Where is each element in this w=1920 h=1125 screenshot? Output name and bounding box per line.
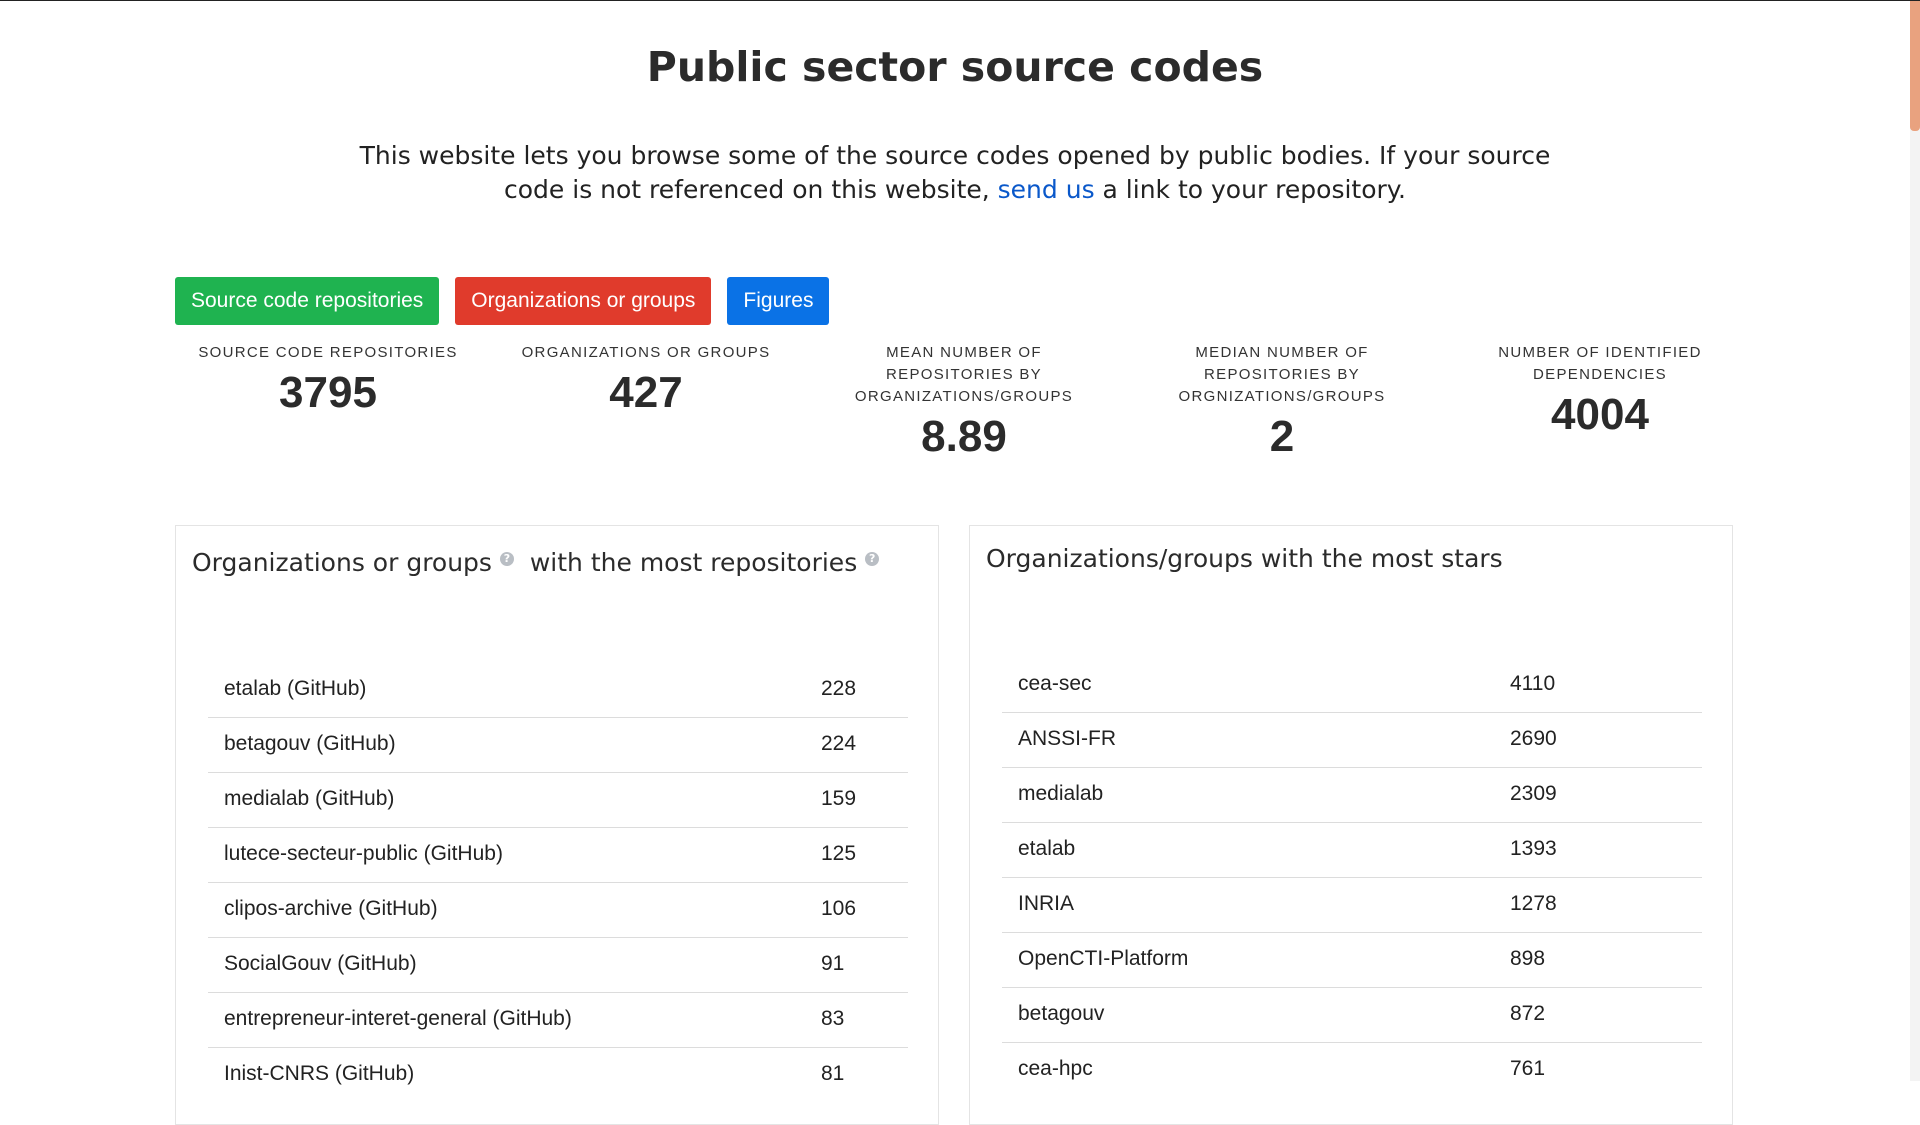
org-name[interactable]: medialab [1018, 782, 1103, 806]
org-name[interactable]: etalab (GitHub) [224, 677, 366, 701]
table-row: ANSSI-FR 2690 [1002, 713, 1702, 768]
stat-label: MEAN NUMBER OF REPOSITORIES BY ORGANIZAT… [854, 344, 1074, 405]
stat-value: 4004 [1551, 390, 1649, 439]
repositories-button[interactable]: Source code repositories [175, 277, 440, 325]
star-count: 2309 [1510, 782, 1557, 805]
repo-count: 81 [821, 1062, 845, 1085]
stat-repositories: SOURCE CODE REPOSITORIES 3795 [178, 342, 478, 418]
table-row: Inist-CNRS (GitHub) 81 [208, 1048, 908, 1102]
repo-count: 224 [821, 732, 857, 755]
table-row: SocialGouv (GitHub) 91 [208, 938, 908, 993]
org-name[interactable]: clipos-archive (GitHub) [224, 897, 438, 921]
table-row: etalab (GitHub) 228 [208, 663, 908, 718]
star-count: 4110 [1510, 672, 1556, 695]
org-name[interactable]: entrepreneur-interet-general (GitHub) [224, 1007, 572, 1031]
stat-label: NUMBER OF IDENTIFIED DEPENDENCIES [1498, 344, 1702, 383]
star-count: 1278 [1510, 892, 1557, 915]
org-name[interactable]: betagouv [1018, 1002, 1104, 1026]
table-row: medialab (GitHub) 159 [208, 773, 908, 828]
table-row: INRIA 1278 [1002, 878, 1702, 933]
star-count: 2690 [1510, 727, 1557, 750]
page-title: Public sector source codes [646, 43, 1264, 91]
repo-count: 83 [821, 1007, 845, 1030]
panel-title-part1: Organizations or groups [192, 548, 492, 577]
star-count: 761 [1510, 1057, 1546, 1080]
stat-value: 8.89 [921, 412, 1007, 461]
repo-count: 91 [821, 952, 845, 975]
repo-count: 106 [821, 897, 857, 920]
org-name[interactable]: cea-hpc [1018, 1057, 1093, 1081]
most-stars-table: cea-sec 4110 ANSSI-FR 2690 medialab 2309 et… [1002, 658, 1702, 1097]
stat-label: ORGANIZATIONS OR GROUPS [521, 344, 771, 361]
org-name[interactable]: lutece-secteur-public (GitHub) [224, 842, 503, 866]
table-row: lutece-secteur-public (GitHub) 125 [208, 828, 908, 883]
org-name[interactable]: Inist-CNRS (GitHub) [224, 1062, 414, 1086]
stat-organizations: ORGANIZATIONS OR GROUPS 427 [496, 342, 796, 418]
repo-count: 125 [821, 842, 857, 865]
table-row: OpenCTI-Platform 898 [1002, 933, 1702, 988]
org-name[interactable]: OpenCTI-Platform [1018, 947, 1188, 971]
org-name[interactable]: medialab (GitHub) [224, 787, 394, 811]
most-stars-panel: Organizations/groups with the most stars… [969, 525, 1733, 1125]
stat-value: 427 [609, 368, 683, 417]
panel-title: Organizations or groups? with the most r… [192, 548, 880, 577]
table-row: etalab 1393 [1002, 823, 1702, 878]
org-name[interactable]: ANSSI-FR [1018, 727, 1116, 751]
table-row: betagouv 872 [1002, 988, 1702, 1043]
table-row: clipos-archive (GitHub) 106 [208, 883, 908, 938]
org-name[interactable]: cea-sec [1018, 672, 1092, 696]
panel-title: Organizations/groups with the most stars [986, 544, 1503, 573]
most-repositories-panel: Organizations or groups? with the most r… [175, 525, 939, 1125]
star-count: 872 [1510, 1002, 1546, 1025]
organizations-button[interactable]: Organizations or groups [455, 277, 712, 325]
table-row: cea-sec 4110 [1002, 658, 1702, 713]
intro-text: This website lets you browse some of the… [355, 139, 1555, 207]
scrollbar-track[interactable] [1910, 1, 1920, 1081]
scrollbar-thumb[interactable] [1910, 1, 1920, 131]
intro-text-end: a link to your repository. [1094, 175, 1406, 204]
stat-dependencies: NUMBER OF IDENTIFIED DEPENDENCIES 4004 [1480, 342, 1720, 440]
stat-value: 3795 [279, 368, 377, 417]
org-name[interactable]: etalab [1018, 837, 1075, 861]
stat-label: MEDIAN NUMBER OF REPOSITORIES BY ORGNIZA… [1178, 344, 1386, 405]
table-row: entrepreneur-interet-general (GitHub) 83 [208, 993, 908, 1048]
org-name[interactable]: betagouv (GitHub) [224, 732, 396, 756]
figures-button[interactable]: Figures [727, 277, 830, 325]
stats-row: SOURCE CODE REPOSITORIES 3795 ORGANIZATI… [175, 342, 1735, 472]
repo-count: 159 [821, 787, 857, 810]
question-circle-icon[interactable]: ? [865, 551, 880, 566]
stat-value: 2 [1269, 412, 1295, 461]
question-circle-icon[interactable]: ? [499, 551, 514, 566]
table-row: medialab 2309 [1002, 768, 1702, 823]
section-buttons: Source code repositories Organizations o… [175, 277, 830, 325]
table-row: betagouv (GitHub) 224 [208, 718, 908, 773]
table-row: cea-hpc 761 [1002, 1043, 1702, 1097]
most-repositories-table: etalab (GitHub) 228 betagouv (GitHub) 224 … [208, 663, 908, 1102]
panel-title-part2: with the most repositories [529, 548, 858, 577]
star-count: 898 [1510, 947, 1546, 970]
org-name[interactable]: SocialGouv (GitHub) [224, 952, 417, 976]
star-count: 1393 [1510, 837, 1557, 860]
stat-label: SOURCE CODE REPOSITORIES [198, 344, 458, 361]
stat-mean: MEAN NUMBER OF REPOSITORIES BY ORGANIZAT… [844, 342, 1084, 462]
stat-median: MEDIAN NUMBER OF REPOSITORIES BY ORGNIZA… [1162, 342, 1402, 462]
send-us-link[interactable]: send us [998, 175, 1095, 204]
org-name[interactable]: INRIA [1018, 892, 1074, 916]
repo-count: 228 [821, 677, 857, 700]
